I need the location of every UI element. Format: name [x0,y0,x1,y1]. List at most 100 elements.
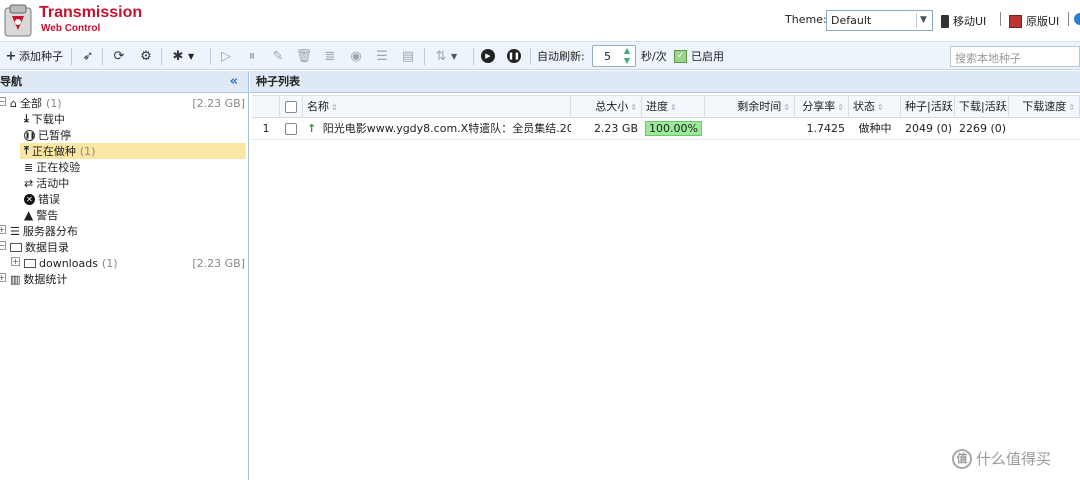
auto-refresh-enabled-toggle[interactable]: ✓ 已启用 [674,46,724,66]
row-checkbox[interactable] [285,123,297,135]
puzzle-icon: ✱ [172,48,184,64]
collapse-left-icon[interactable]: « [230,71,238,93]
clipboard-button[interactable]: ▤ [400,46,416,66]
error-icon: ✕ [24,193,35,205]
delete-button[interactable]: 🗑 [295,46,313,66]
column-header-download-speed[interactable]: 下载速度 ⇕ [1009,96,1080,118]
auto-refresh-label: 自动刷新: [537,50,585,63]
original-ui-link[interactable]: 原版UI [1009,13,1059,29]
chevron-down-icon: ▼ [916,13,930,28]
column-header-status[interactable]: 状态 ⇕ [849,96,901,118]
verify-button[interactable]: ≣ [322,46,338,66]
pause-all-button[interactable]: ❚❚ [507,46,521,66]
column-header-progress[interactable]: 进度 ⇕ [642,96,705,118]
sort-icon: ⇕ [670,103,677,112]
nav-item-label: 正在校验 [36,161,81,174]
select-all-checkbox[interactable] [285,101,297,113]
details-button[interactable]: ☰ [374,46,390,66]
toolbar-divider [424,48,425,65]
rocket-button[interactable]: ➶ [80,46,96,66]
collapse-toggle-icon[interactable]: − [0,97,6,106]
checked-icon: ✓ [674,49,687,63]
nav-item-paused[interactable]: ❚❚ 已暂停 [24,127,71,143]
folder-icon [10,242,22,252]
torrent-seeds: 2049 (0) [905,122,953,135]
nav-item-all[interactable]: ⌂ 全部 (1) [2.23 GB] [10,95,245,111]
column-header-seeds[interactable]: 种子|活跃 [901,96,955,118]
mobile-phone-icon [941,14,949,28]
edit-button[interactable]: ✎ [270,46,286,66]
nav-item-seeding[interactable]: ⤒ 正在做种 (1) [20,143,246,159]
torrent-speed [1009,118,1080,140]
column-header-ratio[interactable]: 分享率 ⇕ [795,96,849,118]
pause-button[interactable]: ⏸ [244,46,260,66]
toolbar-divider [530,48,531,65]
mobile-ui-link[interactable]: 移动UI [941,13,986,29]
column-header-peers[interactable]: 下载|活跃 [955,96,1009,118]
add-torrent-button[interactable]: + 添加种子 [3,46,63,66]
watermark: 值 什么值得买 [952,448,1051,469]
pause-icon: ⏸ [248,48,256,64]
refresh-button[interactable]: ⟳ [111,46,127,66]
spinner-down-icon[interactable]: ▼ [621,56,633,66]
play-icon: ▷ [221,48,231,64]
sort-menu-button[interactable]: ⇅ ▼ [433,46,458,66]
share-icon: ⇄ [24,176,34,190]
expand-toggle-icon[interactable]: + [11,257,20,266]
toolbar-divider [102,48,103,65]
sort-icon: ⇕ [837,103,844,112]
table-row[interactable]: 1 ↑ 阳光电影www.ygdy8.com.X特遣队：全员集结.2021 2.2… [252,118,1080,140]
progress-bar: 100.00% [645,121,702,136]
spinner-up-icon[interactable]: ▲ [621,46,633,56]
start-all-button[interactable]: ▶ [481,46,495,66]
transmission-logo-icon [4,4,32,37]
toolbar: + 添加种子 ➶ ⟳ ⚙ ✱ ▼ ▷ ⏸ ✎ 🗑 ≣ ◉ ☰ ▤ ⇅ ▼ ▶ ❚❚ … [0,41,1080,70]
theme-select-value: Default [831,14,872,27]
settings-button[interactable]: ⚙ [138,46,154,66]
rocket-icon: ➶ [82,48,94,64]
plugins-menu-button[interactable]: ✱ ▼ [170,46,195,66]
collapse-toggle-icon[interactable]: − [0,241,6,250]
sort-icon: ⇕ [783,103,790,112]
auto-refresh-spinner[interactable]: 5 ▲ ▼ [592,45,636,67]
nav-item-checking[interactable]: ≣ 正在校验 [24,159,80,175]
app-subtitle: Web Control [41,23,101,34]
nav-item-servers[interactable]: ☰ 服务器分布 [10,223,78,239]
column-header-remaining[interactable]: 剩余时间 ⇕ [705,96,795,118]
chevron-down-icon: ▼ [451,51,458,61]
reannounce-button[interactable]: ◉ [348,46,364,66]
nav-item-downloading[interactable]: ⤓ 下载中 [24,111,65,127]
torrent-peers: 2269 (0) [959,122,1007,135]
column-label: 下载|活跃 [959,100,1007,113]
watermark-logo-icon: 值 [952,448,972,469]
nav-item-error[interactable]: ✕ 错误 [24,191,60,207]
nav-item-active[interactable]: ⇄ 活动中 [24,175,69,191]
nav-item-warning[interactable]: ▲ 警告 [24,207,58,223]
refresh-icon: ⟳ [113,48,125,64]
torrent-status: 做种中 [858,122,892,135]
trash-icon: 🗑 [295,48,313,64]
pause-circle-icon: ❚❚ [507,49,521,63]
theme-select[interactable]: Default ▼ [826,10,933,31]
app-title: Transmission [39,4,143,21]
search-input[interactable]: 搜索本地种子 [950,46,1080,67]
column-label: 种子|活跃 [905,100,953,113]
nav-item-data-dir[interactable]: 数据目录 [10,239,69,255]
database-check-icon: ≣ [24,160,34,174]
start-button[interactable]: ▷ [218,46,234,66]
column-header-size[interactable]: 总大小 ⇕ [571,96,642,118]
expand-toggle-icon[interactable]: + [0,273,6,282]
column-header-select[interactable] [280,96,303,118]
help-icon[interactable] [1074,13,1080,25]
list-header: 种子列表 [250,71,1080,93]
auto-refresh-unit: 秒/次 [641,50,667,63]
column-header-name[interactable]: 名称 ⇕ [303,96,571,118]
nav-item-downloads-folder[interactable]: downloads (1) [2.23 GB] [24,255,245,271]
sort-icon: ⇅ [435,48,447,64]
bar-chart-icon: ▥ [10,272,21,286]
edit-icon: ✎ [272,48,284,64]
nav-item-label: downloads [39,256,98,270]
nav-item-count: (1) [79,144,96,158]
expand-toggle-icon[interactable]: + [0,225,6,234]
nav-item-statistics[interactable]: ▥ 数据统计 [10,271,67,287]
